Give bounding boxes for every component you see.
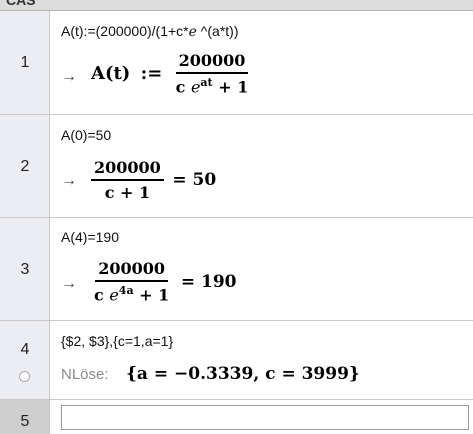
cas-row-5[interactable]: 5 bbox=[0, 400, 473, 434]
output-result: 200000 c e4a + 1 = 190 bbox=[91, 259, 237, 304]
cas-row-1[interactable]: 1 A(t):=(200000)/(1+c*ℯ ^(a*t)) → A(t) :… bbox=[0, 11, 473, 114]
row-number: 5 bbox=[20, 413, 30, 430]
output-arrow-icon: → bbox=[61, 275, 77, 292]
cas-row-3[interactable]: 3 A(4)=190 → 200000 c e4a + 1 = 190 bbox=[0, 218, 473, 320]
fraction-numerator: 200000 bbox=[91, 158, 164, 181]
den-exponent: 4a bbox=[118, 284, 134, 297]
row-number-cell[interactable]: 4 bbox=[0, 321, 50, 399]
output-fraction: 200000 c eat + 1 bbox=[173, 51, 252, 96]
cas-title: CAS bbox=[6, 0, 36, 8]
output-assign-op: := bbox=[140, 63, 163, 85]
command-label: NLöse: bbox=[61, 366, 109, 383]
output-result: A(t) := 200000 c eat + 1 bbox=[91, 51, 251, 96]
row-content[interactable]: A(4)=190 → 200000 c e4a + 1 = 190 bbox=[51, 218, 473, 320]
output-result: {a = −0.3339, c = 3999} bbox=[126, 364, 360, 384]
input-expression[interactable]: A(4)=190 bbox=[61, 229, 119, 245]
input-expression[interactable]: A(t):=(200000)/(1+c*ℯ ^(a*t)) bbox=[61, 23, 238, 40]
cas-header: CAS bbox=[0, 0, 473, 11]
output-equals: = 50 bbox=[172, 170, 217, 190]
output-fraction: 200000 c + 1 bbox=[91, 158, 164, 202]
den-c: c bbox=[94, 285, 104, 305]
row-content[interactable]: A(t):=(200000)/(1+c*ℯ ^(a*t)) → A(t) := … bbox=[51, 11, 473, 114]
fraction-denominator: c e4a + 1 bbox=[91, 282, 172, 304]
fraction-numerator: 200000 bbox=[95, 259, 169, 282]
cas-row-4[interactable]: 4 {$2, $3},{c=1,a=1} NLöse: {a = −0.3339… bbox=[0, 321, 473, 399]
cas-input-field[interactable] bbox=[61, 405, 469, 430]
row-number-cell[interactable]: 5 bbox=[0, 400, 50, 434]
den-plus: + 1 bbox=[218, 77, 249, 97]
visibility-toggle-radio[interactable] bbox=[19, 371, 30, 382]
den-plus: + 1 bbox=[139, 285, 170, 305]
row-number: 1 bbox=[20, 54, 30, 71]
row-content[interactable]: A(0)=50 → 200000 c + 1 = 50 bbox=[51, 115, 473, 217]
fraction-numerator: 200000 bbox=[175, 51, 249, 74]
den-e: e bbox=[109, 285, 119, 305]
output-lhs: A(t) bbox=[91, 63, 131, 85]
fraction-denominator: c eat + 1 bbox=[173, 74, 252, 96]
row-content[interactable]: {$2, $3},{c=1,a=1} NLöse: {a = −0.3339, … bbox=[51, 321, 473, 399]
output-result: 200000 c + 1 = 50 bbox=[91, 158, 216, 202]
row-number-cell[interactable]: 3 bbox=[0, 218, 50, 320]
input-expression[interactable]: {$2, $3},{c=1,a=1} bbox=[61, 333, 173, 349]
output-equals: = 190 bbox=[180, 271, 237, 292]
cas-row-2[interactable]: 2 A(0)=50 → 200000 c + 1 = 50 bbox=[0, 115, 473, 217]
row-number: 4 bbox=[20, 341, 30, 358]
row-number-cell[interactable]: 1 bbox=[0, 11, 50, 114]
output-arrow-icon: → bbox=[61, 68, 77, 85]
output-arrow-icon: → bbox=[61, 172, 77, 189]
fraction-denominator: c + 1 bbox=[104, 183, 151, 202]
output-fraction: 200000 c e4a + 1 bbox=[91, 259, 172, 304]
row-number-cell[interactable]: 2 bbox=[0, 115, 50, 217]
input-expression[interactable]: A(0)=50 bbox=[61, 127, 111, 143]
den-e: e bbox=[190, 77, 201, 97]
row-number: 2 bbox=[20, 158, 30, 175]
den-c: c bbox=[175, 77, 186, 97]
den-exponent: at bbox=[200, 76, 213, 89]
row-content[interactable] bbox=[51, 400, 473, 434]
row-number: 3 bbox=[20, 261, 30, 278]
